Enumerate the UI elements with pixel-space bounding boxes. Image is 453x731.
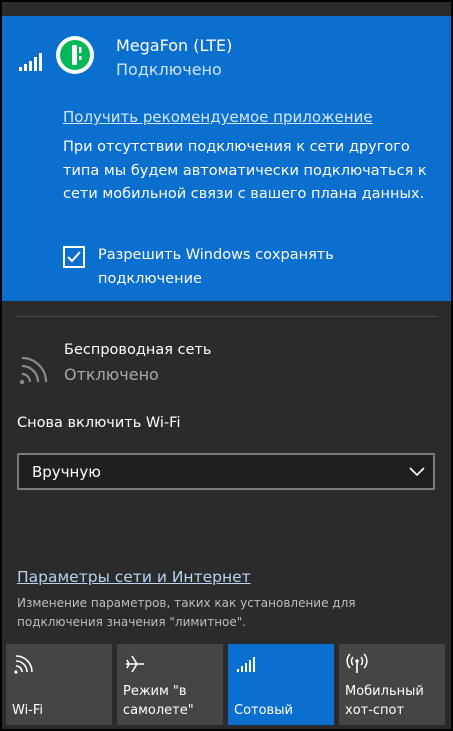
cellular-connection-panel[interactable]: MegaFon (LTE) Подключено Получить рекоме… — [2, 16, 451, 301]
airplane-icon — [126, 655, 144, 673]
cellular-tile-label: Сотовый — [234, 703, 293, 718]
mobile-hotspot-tile-label: Мобильный хот-спот — [345, 684, 424, 718]
chevron-down-icon — [409, 467, 425, 477]
hotspot-icon — [346, 653, 368, 673]
cellular-tile[interactable]: Сотовый — [228, 644, 334, 725]
airplane-mode-tile-label: Режим "в самолете" — [123, 684, 194, 718]
signal-strength-icon — [19, 53, 42, 71]
wifi-network-title: Беспроводная сеть — [64, 342, 212, 358]
network-settings-link[interactable]: Параметры сети и Интернет — [17, 568, 251, 586]
mobile-hotspot-tile[interactable]: Мобильный хот-спот — [339, 644, 445, 725]
wifi-disabled-icon — [19, 356, 48, 385]
checkmark-icon — [67, 251, 81, 263]
divider — [16, 316, 437, 317]
reenable-wifi-dropdown[interactable]: Вручную — [17, 453, 435, 490]
wifi-icon — [14, 655, 33, 674]
get-recommended-app-link[interactable]: Получить рекомендуемое приложение — [63, 108, 373, 126]
network-settings-description: Изменение параметров, таких как установл… — [17, 596, 356, 629]
reenable-wifi-label: Снова включить Wi-Fi — [17, 415, 181, 431]
quick-action-tiles: Wi-Fi Режим "в самолете" Сотовый Мобильн… — [6, 644, 447, 726]
allow-windows-manage-label[interactable]: Разрешить Windows сохранять подключение — [98, 244, 398, 291]
network-flyout: MegaFon (LTE) Подключено Получить рекоме… — [2, 2, 451, 729]
allow-windows-manage-checkbox[interactable] — [63, 246, 85, 268]
wifi-tile-label: Wi-Fi — [12, 703, 44, 718]
wifi-tile[interactable]: Wi-Fi — [6, 644, 112, 725]
cellular-icon — [237, 657, 255, 672]
carrier-name: MegaFon (LTE) — [116, 36, 233, 55]
airplane-mode-tile[interactable]: Режим "в самолете" — [117, 644, 223, 725]
dropdown-value: Вручную — [32, 463, 101, 481]
connection-status: Подключено — [116, 60, 222, 79]
cellular-info-text: При отсутствии подключения к сети другог… — [63, 139, 427, 202]
wifi-status: Отключено — [64, 365, 159, 384]
megafon-logo-icon — [56, 36, 94, 74]
